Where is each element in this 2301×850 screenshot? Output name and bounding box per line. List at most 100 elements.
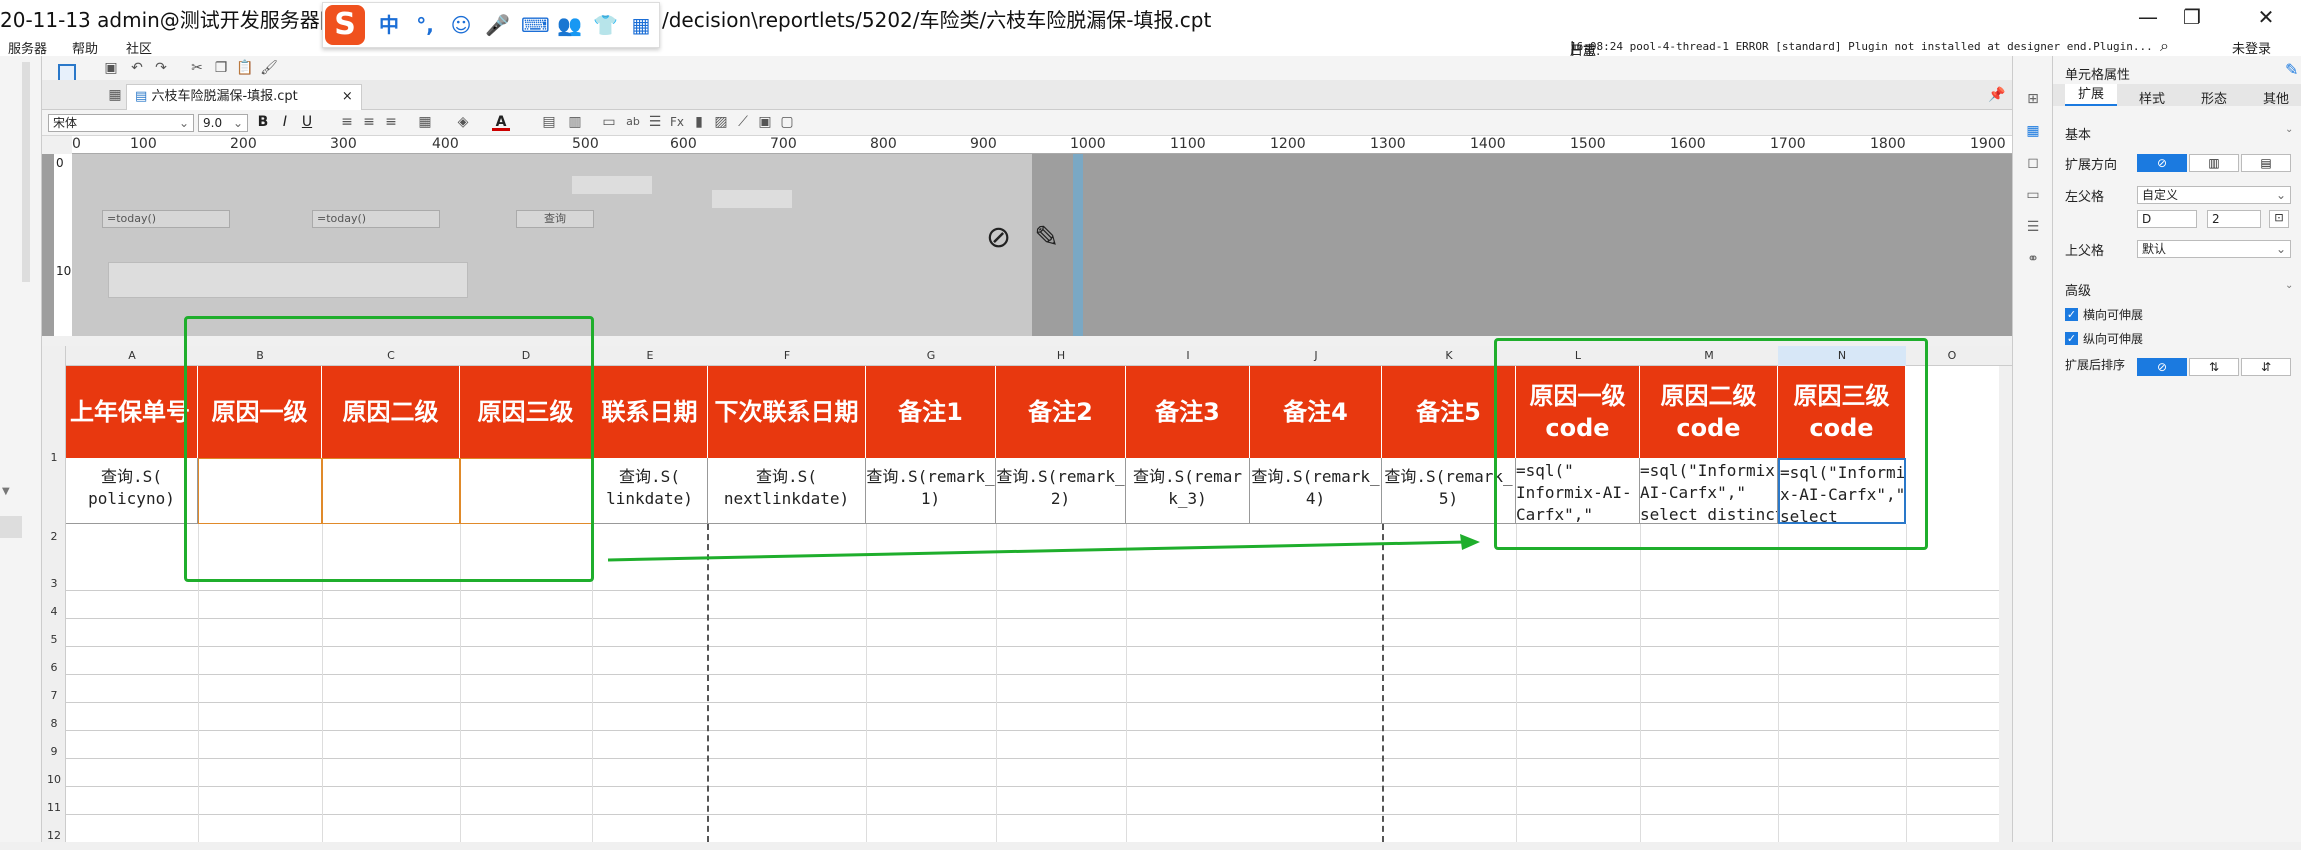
font-family-select[interactable]: 宋体 ⌄ <box>48 114 194 132</box>
tab-style[interactable]: 样式 <box>2139 88 2165 107</box>
subreport-icon[interactable]: ▣ <box>756 113 774 131</box>
end-date-widget[interactable]: =today() <box>312 210 440 228</box>
column-letter[interactable]: H <box>996 346 1126 366</box>
top-parent-select[interactable]: 默认 ⌄ <box>2137 240 2291 258</box>
data-cell[interactable]: 查询.S( nextlinkdate) <box>708 458 866 524</box>
data-cell[interactable]: 查询.S(remark_ 4) <box>1250 458 1382 524</box>
header-cell[interactable]: 上年保单号 <box>66 366 198 458</box>
bold-button[interactable]: B <box>254 113 272 131</box>
column-letter[interactable]: A <box>66 346 198 366</box>
redo-icon[interactable]: ↷ <box>152 59 170 77</box>
text-icon[interactable]: ab <box>624 113 642 131</box>
header-cell[interactable]: 备注1 <box>866 366 996 458</box>
header-cell[interactable]: 备注2 <box>996 366 1126 458</box>
copy-icon[interactable]: ❐ <box>212 59 230 77</box>
cell-attr-icon[interactable]: ⊞ <box>2024 90 2042 108</box>
header-cell[interactable]: 备注3 <box>1126 366 1250 458</box>
ime-users-icon[interactable]: 👥 <box>557 13 582 37</box>
minimize-button[interactable]: — <box>2124 2 2172 32</box>
italic-button[interactable]: I <box>276 113 294 131</box>
column-letter[interactable]: G <box>866 346 996 366</box>
data-cell[interactable]: 查询.S(remar k_3) <box>1126 458 1250 524</box>
column-letter[interactable]: J <box>1250 346 1382 366</box>
format-brush-icon[interactable]: 🖌 <box>260 59 278 77</box>
hide-eye-icon[interactable]: ⊘ <box>986 220 1011 255</box>
font-color-button[interactable]: A <box>492 113 510 131</box>
radio-widget[interactable] <box>712 190 792 208</box>
row-number[interactable]: 2 <box>42 504 66 570</box>
rich-text-icon[interactable]: ☰ <box>646 113 664 131</box>
file-tab[interactable]: ▤ 六枝车险脱漏保-填报.cpt × <box>126 84 362 110</box>
sort-desc-button[interactable]: ⇵ <box>2241 358 2291 376</box>
sogou-logo-icon[interactable]: S <box>325 5 365 45</box>
condition-icon[interactable]: ▭ <box>2024 186 2042 204</box>
column-letter[interactable]: F <box>708 346 866 366</box>
cell-picker-icon[interactable]: ⊡ <box>2269 210 2289 228</box>
query-button[interactable]: 查询 <box>516 210 594 228</box>
ime-chinese-mode-icon[interactable]: 中 <box>377 13 401 37</box>
left-parent-select[interactable]: 自定义 ⌄ <box>2137 186 2291 204</box>
formula-icon[interactable]: Fx <box>668 113 686 131</box>
align-center-icon[interactable]: ≡ <box>360 113 378 131</box>
chevron-down-icon[interactable]: ⌄ <box>2285 124 2293 135</box>
close-button[interactable]: ✕ <box>2242 2 2290 32</box>
data-cell[interactable]: 查询.S(remark_ 1) <box>866 458 996 524</box>
menu-community[interactable]: 社区 <box>126 38 152 57</box>
tab-expand[interactable]: 扩展 <box>2065 84 2117 106</box>
chevron-down-icon[interactable]: ⌄ <box>2285 280 2293 291</box>
fill-color-icon[interactable]: ◈ <box>454 113 472 131</box>
restore-button[interactable]: ❐ <box>2168 2 2216 32</box>
collapse-icon[interactable]: ▼ <box>2 486 10 497</box>
pin-icon[interactable]: 📌 <box>1988 86 2006 104</box>
data-cell[interactable]: 查询.S(remark_ 2) <box>996 458 1126 524</box>
v-stretch-checkbox[interactable]: ✓ <box>2065 332 2078 345</box>
ime-emoji-icon[interactable]: ☺ <box>449 13 473 37</box>
font-size-select[interactable]: 9.0 ⌄ <box>198 114 248 132</box>
parameter-divider[interactable] <box>1073 154 1083 336</box>
left-parent-column-input[interactable]: D <box>2137 210 2197 228</box>
row-number[interactable]: 8 <box>42 710 66 738</box>
column-letter[interactable]: E <box>592 346 708 366</box>
ime-keyboard-icon[interactable]: ⌨ <box>521 13 550 37</box>
tab-other[interactable]: 其他 <box>2263 88 2289 107</box>
row-number[interactable]: 9 <box>42 738 66 766</box>
header-cell[interactable]: 联系日期 <box>592 366 708 458</box>
cell-element-icon[interactable]: ▦ <box>2024 122 2042 140</box>
h-stretch-checkbox[interactable]: ✓ <box>2065 308 2078 321</box>
float-element-icon[interactable]: ▢ <box>778 113 796 131</box>
column-letter[interactable]: I <box>1126 346 1250 366</box>
row-number[interactable]: 7 <box>42 682 66 710</box>
sort-none-button[interactable]: ⊘ <box>2137 358 2187 376</box>
start-date-widget[interactable]: =today() <box>102 210 230 228</box>
slash-icon[interactable]: ⟋ <box>734 113 752 131</box>
header-cell[interactable]: 备注4 <box>1250 366 1382 458</box>
link-icon[interactable]: ⚭ <box>2024 250 2042 268</box>
expand-horizontal-button[interactable]: ▤ <box>2241 154 2291 172</box>
save-icon[interactable]: ▣ <box>102 59 120 77</box>
undo-icon[interactable]: ↶ <box>128 59 146 77</box>
left-parent-row-input[interactable]: 2 <box>2207 210 2261 228</box>
merge-cells-icon[interactable]: ▤ <box>540 113 558 131</box>
split-cells-icon[interactable]: ▥ <box>566 113 584 131</box>
expand-vertical-button[interactable]: ▥ <box>2189 154 2239 172</box>
left-scrollbar[interactable] <box>22 62 30 282</box>
sort-asc-button[interactable]: ⇅ <box>2189 358 2239 376</box>
insert-row-icon[interactable]: ▭ <box>600 113 618 131</box>
row-number[interactable]: 12 <box>42 822 66 850</box>
radio-widget[interactable] <box>572 176 652 194</box>
row-number[interactable]: 11 <box>42 794 66 822</box>
row-number[interactable]: 6 <box>42 654 66 682</box>
data-cell[interactable]: 查询.S( policyno) <box>66 458 198 524</box>
row-number[interactable]: 10 <box>42 766 66 794</box>
radio-group-widget[interactable] <box>108 262 468 298</box>
close-tab-icon[interactable]: × <box>342 89 353 104</box>
grid-view-icon[interactable]: ▦ <box>106 86 124 104</box>
row-number[interactable]: 4 <box>42 598 66 626</box>
border-icon[interactable]: ▦ <box>416 113 434 131</box>
align-left-icon[interactable]: ≡ <box>338 113 356 131</box>
menu-help[interactable]: 帮助 <box>72 38 98 57</box>
row-number[interactable]: 3 <box>42 570 66 598</box>
ime-skin-icon[interactable]: 👕 <box>593 13 618 37</box>
row-number[interactable]: 5 <box>42 626 66 654</box>
ime-voice-icon[interactable]: 🎤 <box>485 13 510 37</box>
